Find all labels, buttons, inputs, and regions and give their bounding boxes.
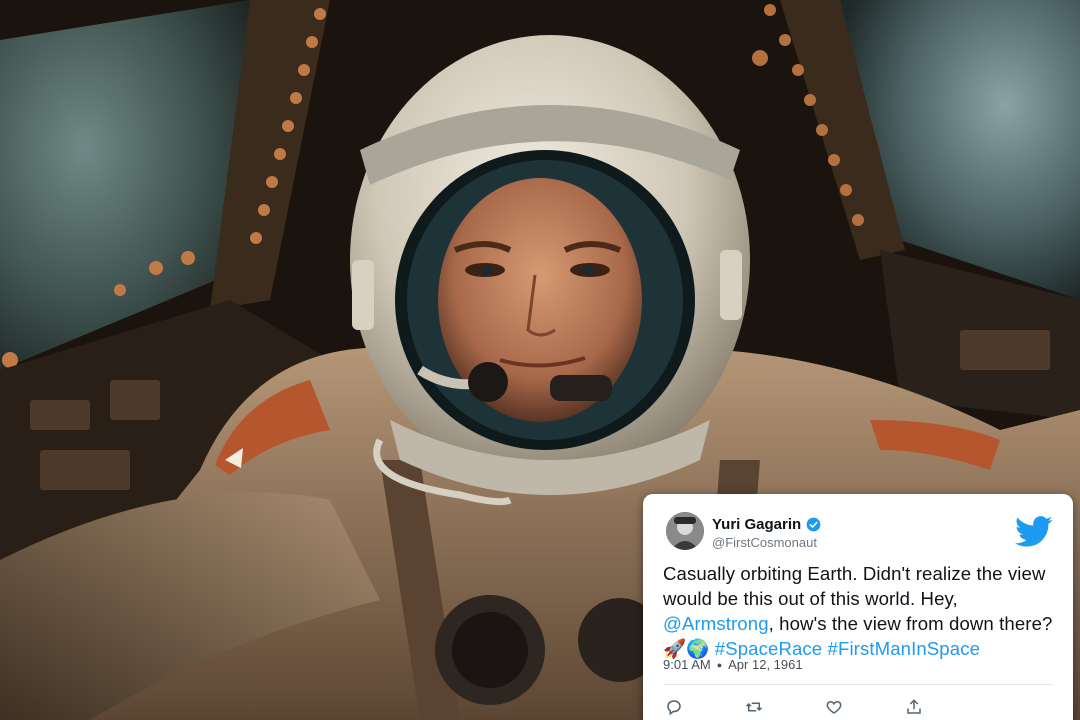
tweet-text-part1: Casually orbiting Earth. Didn't realize … [663, 563, 1046, 609]
hashtag-link-firstmaninspace[interactable]: #FirstManInSpace [828, 638, 980, 659]
separator-dot: ● [716, 659, 723, 670]
retweet-icon[interactable] [745, 698, 763, 716]
tweet-text: Casually orbiting Earth. Didn't realize … [663, 561, 1067, 661]
tweet-date[interactable]: Apr 12, 1961 [728, 657, 802, 672]
like-icon[interactable] [825, 698, 843, 716]
share-icon[interactable] [905, 698, 923, 716]
tweet-timestamp: 9:01 AM ● Apr 12, 1961 [663, 657, 803, 672]
mention-link[interactable]: @Armstrong [663, 613, 769, 634]
author-name[interactable]: Yuri Gagarin [712, 516, 801, 533]
divider [663, 684, 1053, 685]
twitter-bird-icon[interactable] [1015, 516, 1053, 548]
tweet-time[interactable]: 9:01 AM [663, 657, 711, 672]
astronaut-selfie-scene: Yuri Gagarin @FirstCosmonaut Casually or… [0, 0, 1080, 720]
verified-badge-icon [806, 517, 821, 532]
author-handle[interactable]: @FirstCosmonaut [712, 535, 817, 550]
avatar[interactable] [666, 512, 704, 550]
reply-icon[interactable] [665, 698, 683, 716]
author-row: Yuri Gagarin [712, 516, 821, 533]
hashtag-link-spacerace[interactable]: #SpaceRace [715, 638, 822, 659]
tweet-actions [665, 698, 925, 716]
avatar-photo [666, 512, 704, 550]
tweet-card: Yuri Gagarin @FirstCosmonaut Casually or… [643, 494, 1073, 720]
